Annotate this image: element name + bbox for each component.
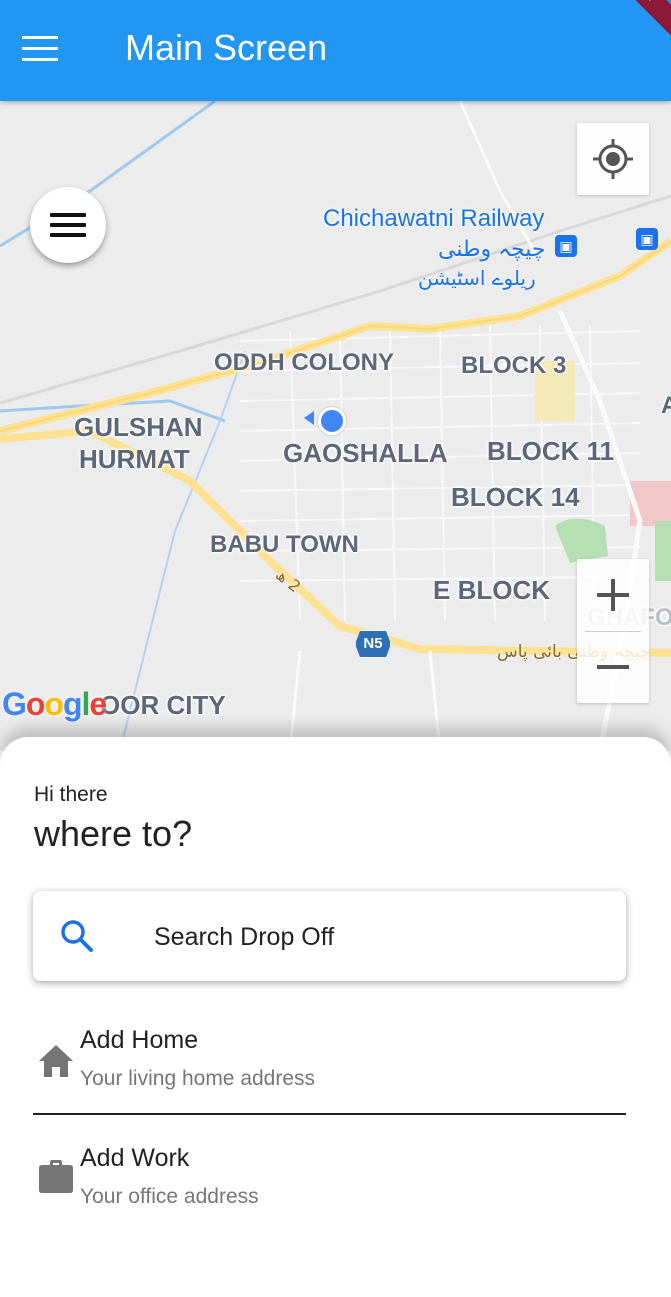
drawer-menu-button[interactable]: [30, 187, 106, 263]
add-home-item[interactable]: Add Home Your living home address: [33, 1026, 626, 1126]
page-title: Main Screen: [125, 27, 328, 68]
area-label: OOR CITY: [100, 690, 226, 720]
my-location-icon: [593, 139, 633, 179]
divider: [33, 1113, 626, 1115]
google-logo: Google: [2, 686, 107, 722]
hamburger-menu-icon[interactable]: [22, 36, 60, 62]
poi-railway-urdu-2: ریلوے اسٹیشن: [418, 266, 536, 290]
add-work-title: Add Work: [80, 1144, 190, 1172]
destination-sheet: Hi there where to? Search Drop Off Add H…: [0, 737, 671, 1297]
add-work-item[interactable]: Add Work Your office address: [33, 1144, 626, 1244]
area-label: E BLOCK: [433, 575, 550, 605]
area-label: GAOSHALLA: [283, 438, 448, 468]
area-label: BLOCK 3: [461, 352, 567, 379]
work-briefcase-icon: [39, 1160, 73, 1193]
add-home-subtitle: Your living home address: [80, 1067, 316, 1090]
area-label: BLOCK 14: [451, 482, 580, 512]
current-location-dot: [318, 407, 346, 435]
search-placeholder: Search Drop Off: [154, 923, 335, 951]
zoom-in-button[interactable]: [577, 559, 649, 631]
my-location-button[interactable]: [577, 123, 649, 195]
train-station-icon[interactable]: ▣: [555, 235, 577, 257]
area-label: BLOCK 11: [487, 436, 615, 466]
search-icon: [61, 920, 93, 952]
poi-railway-station[interactable]: Chichawatni Railway: [323, 205, 544, 233]
zoom-out-button[interactable]: [577, 631, 649, 703]
highway-shield-n5: N5: [355, 630, 391, 658]
add-home-title: Add Home: [80, 1026, 199, 1054]
add-work-subtitle: Your office address: [80, 1185, 259, 1208]
app-bar: Main Screen: [0, 0, 671, 101]
home-icon: [39, 1045, 73, 1077]
heading-arrow-icon: [304, 411, 314, 425]
area-label: HURMAT: [79, 444, 190, 474]
greeting-text: Hi there: [34, 783, 108, 806]
area-label: GULSHAN: [74, 412, 203, 442]
area-label: ODDH COLONY: [214, 349, 394, 376]
where-to-heading: where to?: [34, 813, 193, 854]
bus-station-icon[interactable]: ▣: [636, 228, 658, 250]
map-view[interactable]: Chichawatni Railway چیچہ وطنی ریلوے اسٹی…: [0, 101, 671, 751]
area-label: BABU TOWN: [210, 531, 359, 558]
minus-icon: [597, 665, 629, 669]
search-drop-off-field[interactable]: Search Drop Off: [33, 891, 626, 981]
zoom-controls: [577, 559, 649, 703]
poi-railway-urdu-1: چیچہ وطنی: [438, 237, 546, 262]
area-label: A: [661, 392, 671, 419]
